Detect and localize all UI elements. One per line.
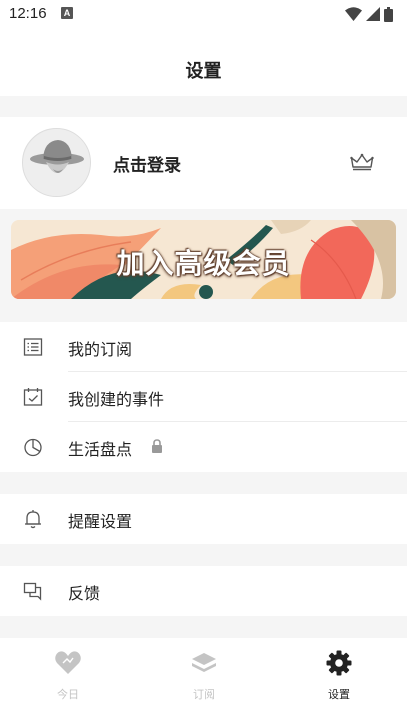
- avatar-hat-icon: [23, 129, 90, 196]
- menu-item-life-review[interactable]: 生活盘点: [0, 422, 407, 472]
- tab-bar: 今日 订阅 设置: [0, 638, 407, 725]
- battery-icon: [384, 6, 393, 22]
- tab-subscriptions[interactable]: 订阅: [136, 638, 272, 725]
- pie-chart-icon: [24, 438, 42, 457]
- lock-icon: [152, 439, 162, 453]
- status-icons: [345, 6, 393, 22]
- menu-item-my-events[interactable]: 我创建的事件: [0, 372, 407, 422]
- status-time: 12:16: [9, 5, 47, 22]
- profile-card[interactable]: 点击登录: [0, 117, 407, 209]
- menu-item-label: 反馈: [68, 584, 101, 603]
- tab-label: 订阅: [193, 688, 215, 701]
- avatar[interactable]: [22, 128, 91, 197]
- menu-item-reminder-settings[interactable]: 提醒设置: [0, 494, 407, 544]
- banner-title: 加入高级会员: [116, 247, 291, 280]
- menu-group-1: 我的订阅 我创建的事件 生活盘点: [0, 322, 407, 472]
- notification-badge: A: [61, 7, 73, 19]
- wifi-icon: [345, 7, 362, 21]
- tab-settings[interactable]: 设置: [271, 638, 407, 725]
- signal-icon: [366, 7, 380, 21]
- menu-item-label: 提醒设置: [68, 512, 133, 531]
- tab-label: 今日: [57, 688, 79, 701]
- gear-icon: [326, 650, 352, 676]
- heart-icon: [55, 651, 81, 674]
- login-button[interactable]: 点击登录: [113, 151, 181, 176]
- menu-item-label: 我的订阅: [68, 340, 133, 359]
- menu-group-3: 反馈: [0, 566, 407, 616]
- menu-item-feedback[interactable]: 反馈: [0, 566, 407, 616]
- list-icon: [23, 338, 43, 356]
- menu-item-label: 我创建的事件: [68, 390, 165, 409]
- bell-icon: [25, 510, 41, 529]
- tab-label: 设置: [328, 688, 350, 701]
- menu-group-2: 提醒设置: [0, 494, 407, 544]
- status-bar: 12:16 A: [0, 0, 407, 30]
- feedback-icon: [23, 582, 42, 601]
- menu-item-label: 生活盘点: [68, 440, 133, 459]
- banner-area: 加入高级会员: [0, 209, 407, 313]
- crown-icon[interactable]: [350, 153, 374, 171]
- layers-icon: [192, 653, 216, 672]
- tab-today[interactable]: 今日: [0, 638, 136, 725]
- calendar-check-icon: [23, 388, 43, 406]
- premium-banner[interactable]: 加入高级会员: [11, 220, 396, 299]
- header: 设置: [0, 30, 407, 96]
- page-title: 设置: [185, 61, 222, 82]
- menu-item-subscriptions[interactable]: 我的订阅: [0, 322, 407, 372]
